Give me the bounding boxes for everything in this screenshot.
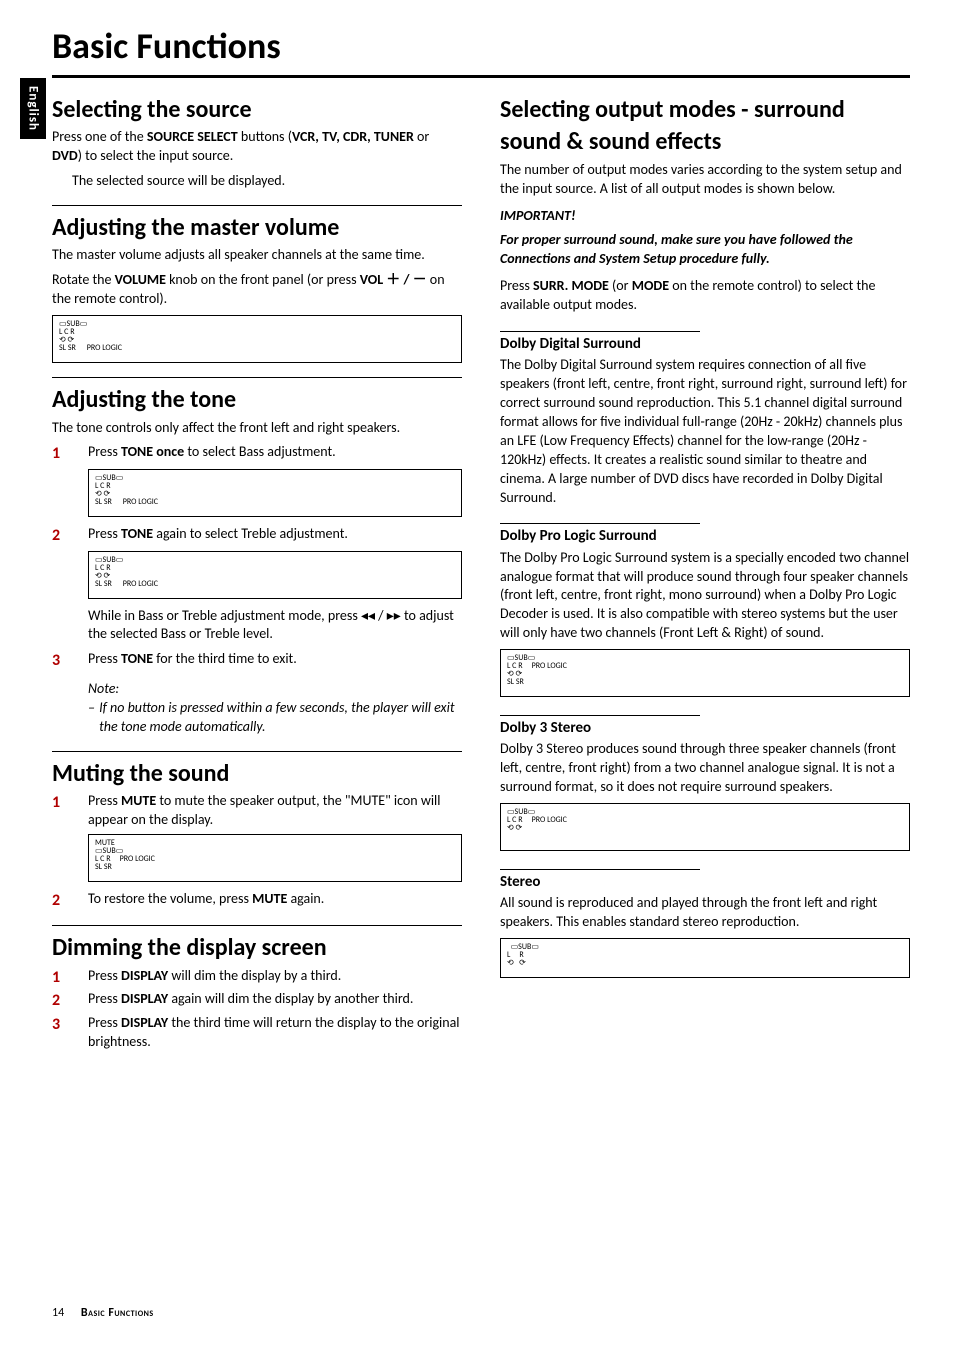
panel-icons: ▭SUB▭L C R⟲ ⟳SL SR PRO LOGIC [95,474,158,506]
body-sub: The selected source will be displayed. [52,172,462,191]
p1: The tone controls only affect the front … [52,419,462,438]
panel-icons: ▭SUB▭L C R PRO LOGIC⟲ ⟳ [507,808,567,832]
important-label: IMPORTANT! [500,207,910,226]
step-text: Press TONE again to select Treble adjust… [88,525,462,547]
step-text: Press TONE for the third time to exit. [88,650,462,672]
heading: Muting the sound [52,758,462,790]
rule [52,377,462,378]
body: The Dolby Digital Surround system requir… [500,356,910,507]
sub-heading: Stereo [500,869,700,892]
page-title: Basic Functions [52,22,910,78]
step-number: 2 [52,990,88,1012]
left-column: Selecting the source Press one of the SO… [52,88,462,1054]
display-panel: ▭SUB▭L C R PRO LOGIC⟲ ⟳ [500,803,910,851]
footer: 14 Basic Functions [52,1305,154,1321]
section-dolby3: Dolby 3 Stereo Dolby 3 Stereo produces s… [500,705,910,851]
section-tone: Adjusting the tone The tone controls onl… [52,384,462,737]
step-text: To restore the volume, press MUTE again. [88,890,462,912]
body: The Dolby Pro Logic Surround system is a… [500,549,910,643]
note: Note: – If no button is pressed within a… [88,680,462,737]
section-master-volume: Adjusting the master volume The master v… [52,212,462,363]
heading: Adjusting the master volume [52,212,462,244]
display-panel: MUTE▭SUB▭L C R PRO LOGICSL SR [88,834,462,882]
heading: Selecting output modes - surround sound … [500,94,910,159]
step-number: 3 [52,650,88,672]
page-number: 14 [52,1306,64,1320]
step-number: 1 [52,967,88,989]
step-1: 1 Press MUTE to mute the speaker output,… [52,792,462,830]
step-number: 2 [52,525,88,547]
display-panel: ▭SUB▭L C R PRO LOGIC⟲ ⟳SL SR [500,649,910,697]
p2: Press SURR. MODE (or MODE on the remote … [500,277,910,315]
section-selecting-source: Selecting the source Press one of the SO… [52,94,462,191]
display-panel: ▭SUB▭L C R⟲ ⟳SL SR PRO LOGIC [52,315,462,363]
p2: Rotate the VOLUME knob on the front pane… [52,271,462,309]
after-step2: While in Bass or Treble adjustment mode,… [88,607,462,645]
panel-icons: ▭SUB▭L C R⟲ ⟳SL SR PRO LOGIC [95,556,158,588]
step-1: 1 Press DISPLAY will dim the display by … [52,967,462,989]
step-2: 2 Press DISPLAY again will dim the displ… [52,990,462,1012]
note-item: – If no button is pressed within a few s… [88,699,462,737]
panel-icons: ▭SUB▭L C R⟲ ⟳SL SR PRO LOGIC [59,320,122,352]
content-columns: Selecting the source Press one of the SO… [52,88,910,1054]
right-column: Selecting output modes - surround sound … [500,88,910,1054]
note-label: Note: [88,680,462,699]
rule [52,205,462,206]
step-3: 3 Press TONE for the third time to exit. [52,650,462,672]
body: Dolby 3 Stereo produces sound through th… [500,740,910,797]
language-tab: English [20,78,46,139]
sub-heading: Dolby Digital Surround [500,331,700,354]
section-dolby-prologic: Dolby Pro Logic Surround The Dolby Pro L… [500,513,910,697]
sub-heading: Dolby Pro Logic Surround [500,523,700,546]
step-number: 1 [52,443,88,465]
important-text: For proper surround sound, make sure you… [500,231,910,269]
step-2: 2 To restore the volume, press MUTE agai… [52,890,462,912]
heading: Selecting the source [52,94,462,126]
section-output-modes: Selecting output modes - surround sound … [500,94,910,315]
step-text: Press DISPLAY will dim the display by a … [88,967,462,989]
step-text: Press MUTE to mute the speaker output, t… [88,792,462,830]
display-panel: ▭SUB▭L C R⟲ ⟳SL SR PRO LOGIC [88,551,462,599]
sub-heading: Dolby 3 Stereo [500,715,700,738]
section-dimming: Dimming the display screen 1 Press DISPL… [52,932,462,1051]
step-number: 1 [52,792,88,830]
step-number: 3 [52,1014,88,1052]
section-dolby-digital: Dolby Digital Surround The Dolby Digital… [500,321,910,507]
body: Press one of the SOURCE SELECT buttons (… [52,128,462,166]
step-text: Press DISPLAY the third time will return… [88,1014,462,1052]
step-3: 3 Press DISPLAY the third time will retu… [52,1014,462,1052]
step-text: Press DISPLAY again will dim the display… [88,990,462,1012]
step-2: 2 Press TONE again to select Treble adju… [52,525,462,547]
step-1: 1 Press TONE once to select Bass adjustm… [52,443,462,465]
p1: The number of output modes varies accord… [500,161,910,199]
rule [52,925,462,926]
rule [52,751,462,752]
heading: Dimming the display screen [52,932,462,964]
panel-icons: ▭SUB▭L R⟲ ⟳ [507,943,539,967]
step-text: Press TONE once to select Bass adjustmen… [88,443,462,465]
body: All sound is reproduced and played throu… [500,894,910,932]
panel-icons: ▭SUB▭L C R PRO LOGIC⟲ ⟳SL SR [507,654,567,686]
section-stereo: Stereo All sound is reproduced and playe… [500,859,910,978]
step-number: 2 [52,890,88,912]
display-panel: ▭SUB▭L C R⟲ ⟳SL SR PRO LOGIC [88,469,462,517]
section-mute: Muting the sound 1 Press MUTE to mute th… [52,758,462,912]
panel-icons: MUTE▭SUB▭L C R PRO LOGICSL SR [95,839,155,871]
heading: Adjusting the tone [52,384,462,416]
display-panel: ▭SUB▭L R⟲ ⟳ [500,938,910,978]
footer-label: Basic Functions [81,1306,154,1320]
p1: The master volume adjusts all speaker ch… [52,246,462,265]
